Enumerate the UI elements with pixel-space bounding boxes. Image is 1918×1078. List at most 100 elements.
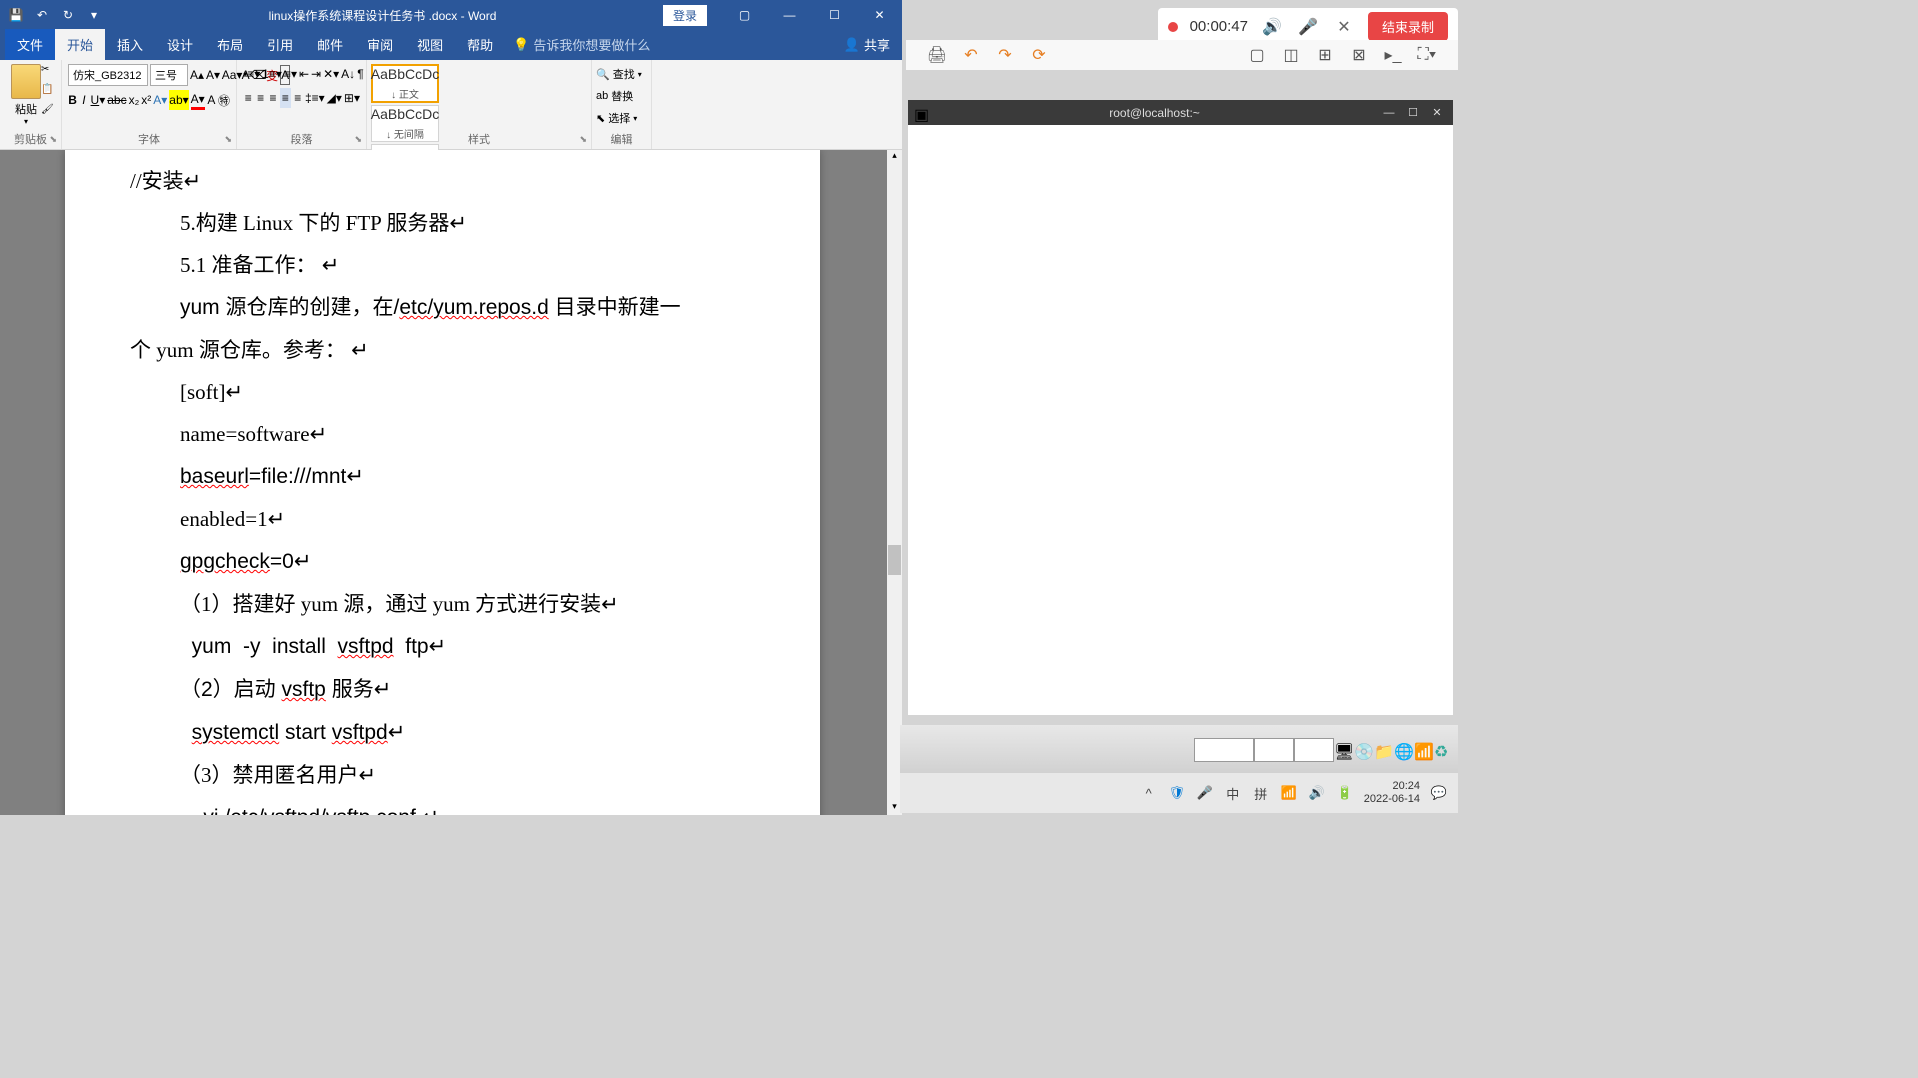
battery-icon[interactable]: 🔋 <box>1336 784 1354 802</box>
multilevel-list-button[interactable]: ≡▾ <box>284 64 297 84</box>
sort-button[interactable]: A↓ <box>341 64 355 84</box>
justify-button[interactable]: ≡ <box>280 88 290 108</box>
show-marks-button[interactable]: ¶ <box>357 64 363 84</box>
layout-single-icon[interactable]: ▢ <box>1246 44 1268 66</box>
login-button[interactable]: 登录 <box>663 5 707 26</box>
superscript-button[interactable]: x² <box>141 90 151 110</box>
workspace-3[interactable] <box>1294 738 1334 762</box>
terminal-minimize-button[interactable]: — <box>1379 105 1399 121</box>
bluetooth-icon[interactable]: 📶 <box>1414 742 1430 758</box>
underline-button[interactable]: U▾ <box>91 90 106 110</box>
fullscreen-icon[interactable]: ⛶▾ <box>1416 44 1438 66</box>
align-left-button[interactable]: ≡ <box>243 88 253 108</box>
font-name-select[interactable] <box>68 64 148 86</box>
tab-layout[interactable]: 布局 <box>205 29 255 60</box>
align-center-button[interactable]: ≡ <box>255 88 265 108</box>
notification-icon[interactable]: 💬 <box>1430 784 1448 802</box>
undo-icon[interactable]: ↶ <box>34 7 50 23</box>
terminal-body[interactable] <box>908 125 1453 715</box>
terminal-close-button[interactable]: ✕ <box>1427 105 1447 121</box>
windows-clock[interactable]: 20:24 2022-06-14 <box>1364 780 1420 806</box>
maximize-button[interactable]: ☐ <box>812 0 857 30</box>
increase-font-button[interactable]: A▴ <box>190 65 204 85</box>
tab-home[interactable]: 开始 <box>55 29 105 60</box>
ime-indicator[interactable]: 中 <box>1224 784 1242 802</box>
highlight-button[interactable]: ab▾ <box>169 90 188 110</box>
tab-references[interactable]: 引用 <box>255 29 305 60</box>
paragraph-launcher[interactable]: ⬊ <box>354 134 362 145</box>
disk-icon[interactable]: 💿 <box>1354 742 1370 758</box>
network-tray-icon[interactable]: 🌐 <box>1394 742 1410 758</box>
paste-button[interactable]: 粘贴 ▾ <box>6 64 46 129</box>
history-forward-icon[interactable]: ↷ <box>994 44 1016 66</box>
tab-review[interactable]: 审阅 <box>355 29 405 60</box>
borders-button[interactable]: ⊞▾ <box>344 88 360 108</box>
tab-help[interactable]: 帮助 <box>455 29 505 60</box>
format-painter-button[interactable]: 🖌 <box>41 104 59 122</box>
bold-button[interactable]: B <box>68 90 77 110</box>
share-button[interactable]: 👤共享 <box>832 29 902 60</box>
line-spacing-button[interactable]: ‡≡▾ <box>305 88 325 108</box>
vertical-scrollbar[interactable]: ▴ ▾ <box>887 150 902 815</box>
minimize-button[interactable]: — <box>767 0 812 30</box>
close-button[interactable]: ✕ <box>857 0 902 30</box>
strikethrough-button[interactable]: abc <box>107 90 126 110</box>
replace-button[interactable]: ab替换 <box>596 86 647 106</box>
terminal-icon[interactable]: ▸_ <box>1382 44 1404 66</box>
font-launcher[interactable]: ⬊ <box>224 134 232 145</box>
stop-recording-button[interactable]: 结束录制 <box>1368 12 1448 41</box>
subscript-button[interactable]: x₂ <box>129 90 140 110</box>
terminal-titlebar[interactable]: ▣ root@localhost:~ — ☐ ✕ <box>908 100 1453 125</box>
clipboard-launcher[interactable]: ⬊ <box>49 134 57 145</box>
tab-design[interactable]: 设计 <box>155 29 205 60</box>
char-shading-button[interactable]: A <box>207 90 216 110</box>
speaker-icon[interactable]: 🔊 <box>1260 15 1284 39</box>
shading-button[interactable]: ◢▾ <box>327 88 342 108</box>
scroll-thumb[interactable] <box>888 545 901 575</box>
chevron-up-icon[interactable]: ^ <box>1140 784 1158 802</box>
microphone-tray-icon[interactable]: 🎤 <box>1196 784 1214 802</box>
layout-grid-icon[interactable]: ⊞ <box>1314 44 1336 66</box>
security-icon[interactable]: 🛡 <box>1168 784 1186 802</box>
styles-launcher[interactable]: ⬊ <box>579 134 587 145</box>
tab-file[interactable]: 文件 <box>5 29 55 60</box>
decrease-font-button[interactable]: A▾ <box>206 65 220 85</box>
tab-view[interactable]: 视图 <box>405 29 455 60</box>
history-back-icon[interactable]: ↶ <box>960 44 982 66</box>
tellme-search[interactable]: 💡告诉我你想要做什么 <box>505 29 658 60</box>
distributed-button[interactable]: ≡ <box>293 88 303 108</box>
workspace-indicator[interactable] <box>1194 738 1254 762</box>
ribbon-display-icon[interactable]: ▢ <box>722 0 767 30</box>
font-color-button[interactable]: A▾ <box>191 90 205 110</box>
workspace-2[interactable] <box>1254 738 1294 762</box>
document-area[interactable]: //安装↵ 5.构建 Linux 下的 FTP 服务器↵ 5.1 准备工作： ↵… <box>0 150 887 815</box>
asian-layout-button[interactable]: ✕▾ <box>323 64 339 84</box>
increase-indent-button[interactable]: ⇥ <box>311 64 321 84</box>
folder-icon[interactable]: 📁 <box>1374 742 1390 758</box>
save-icon[interactable]: 💾 <box>8 7 24 23</box>
redo-icon[interactable]: ↻ <box>60 7 76 23</box>
layout-double-icon[interactable]: ◫ <box>1280 44 1302 66</box>
monitor-icon[interactable]: 🖥 <box>1334 742 1350 758</box>
style-normal[interactable]: AaBbCcDc ↓ 正文 <box>371 64 439 103</box>
tab-mailings[interactable]: 邮件 <box>305 29 355 60</box>
pinyin-indicator[interactable]: 拼 <box>1252 784 1270 802</box>
microphone-icon[interactable]: 🎤 <box>1296 15 1320 39</box>
terminal-maximize-button[interactable]: ☐ <box>1403 105 1423 121</box>
print-icon[interactable]: 🖨 <box>926 44 948 66</box>
close-recording-icon[interactable]: ✕ <box>1332 15 1356 39</box>
scroll-up-icon[interactable]: ▴ <box>887 150 902 164</box>
select-button[interactable]: ⬉选择▾ <box>596 108 647 128</box>
refresh-icon[interactable]: ⟳ <box>1028 44 1050 66</box>
text-effects-button[interactable]: A▾ <box>153 90 167 110</box>
bullets-button[interactable]: •≡▾ <box>243 64 260 84</box>
numbering-button[interactable]: 1≡▾ <box>262 64 282 84</box>
tab-insert[interactable]: 插入 <box>105 29 155 60</box>
italic-button[interactable]: I <box>79 90 88 110</box>
layout-off-icon[interactable]: ⊠ <box>1348 44 1370 66</box>
qat-more-icon[interactable]: ▾ <box>86 7 102 23</box>
wifi-icon[interactable]: 📶 <box>1280 784 1298 802</box>
align-right-button[interactable]: ≡ <box>268 88 278 108</box>
enclose-char-button[interactable]: ㊕ <box>218 90 230 110</box>
font-size-select[interactable] <box>150 64 188 86</box>
